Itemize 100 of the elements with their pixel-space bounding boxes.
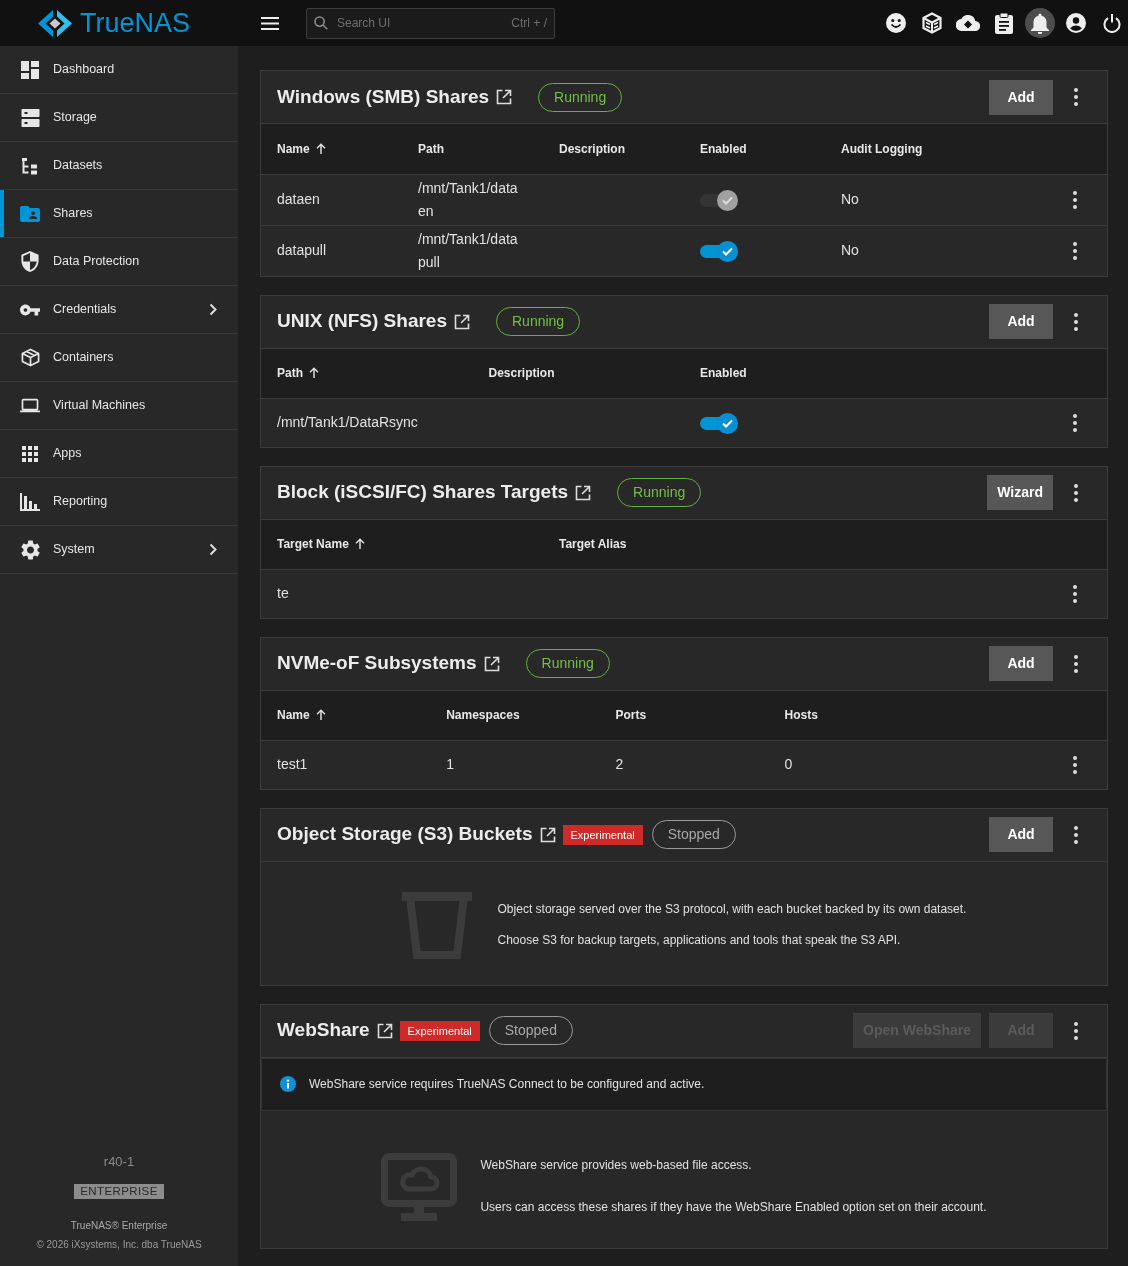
notice-text: WebShare service requires TrueNAS Connect to be configured and active.	[309, 1076, 705, 1093]
table-cell: No	[825, 174, 966, 225]
cloud-icon	[956, 15, 980, 31]
check-icon	[722, 195, 733, 205]
info-icon	[280, 1076, 296, 1092]
gear-icon	[20, 539, 40, 560]
sidebar-item[interactable]: System	[0, 526, 238, 574]
sidebar-item[interactable]: Data Protection	[0, 238, 238, 286]
dashboard-icon	[21, 60, 39, 79]
sidebar-item[interactable]: Shares	[0, 190, 238, 238]
toggle-switch[interactable]	[700, 413, 738, 435]
check-icon	[722, 246, 733, 256]
sort-arrow-up-icon	[315, 709, 326, 721]
kebab-menu-icon	[1074, 88, 1078, 106]
tag-badge: Experimental	[399, 1020, 480, 1041]
description-text: Object storage served over the S3 protocol, with each bucket backed by its own dataset.	[497, 901, 967, 918]
column-header[interactable]: Audit Logging	[825, 124, 966, 174]
check-icon	[722, 419, 733, 429]
column-header[interactable]: Hosts	[768, 690, 938, 741]
table-cell: /mnt/Tank1/dataen	[402, 174, 543, 225]
external-link-icon[interactable]	[454, 313, 470, 330]
apps-grid-icon	[22, 445, 38, 462]
action-button[interactable]: Add	[989, 79, 1053, 115]
sort-arrow-up-icon	[309, 367, 319, 379]
kebab-menu-icon	[1074, 483, 1078, 502]
external-link-icon[interactable]	[539, 826, 556, 843]
column-header[interactable]: Ports	[599, 690, 769, 741]
tag-badge: Experimental	[562, 824, 643, 845]
stacked-cube-icon	[922, 12, 942, 34]
sidebar-item[interactable]: Dashboard	[0, 46, 238, 94]
key-icon	[20, 303, 40, 316]
external-link-icon[interactable]	[496, 89, 512, 105]
sidebar-item[interactable]: Credentials	[0, 286, 238, 334]
sidebar-item[interactable]: Apps	[0, 430, 238, 478]
sort-arrow-up-icon	[354, 538, 365, 550]
cube-icon	[20, 348, 40, 367]
logo-text: TrueNAS	[80, 9, 191, 37]
edition-badge: ENTERPRISE	[74, 1184, 164, 1199]
shared-folder-icon	[20, 205, 40, 222]
bar-chart-icon	[20, 492, 40, 511]
sort-arrow-up-icon	[315, 142, 326, 154]
card-title: Block (iSCSI/FC) Shares Targets	[277, 481, 569, 504]
table-cell: 0	[768, 740, 938, 789]
card-title: Windows (SMB) Shares	[277, 85, 489, 109]
table-cell: No	[825, 225, 966, 276]
action-button[interactable]: Wizard	[987, 475, 1053, 510]
toggle-switch[interactable]	[700, 240, 738, 262]
account-icon	[1066, 13, 1086, 33]
hostname-text: r40-1	[103, 1153, 135, 1169]
menu-icon	[261, 16, 279, 30]
card-title: WebShare	[277, 1019, 370, 1042]
action-button[interactable]: Add	[989, 817, 1053, 852]
action-button[interactable]: Add	[989, 304, 1053, 339]
column-header[interactable]: Path	[261, 348, 473, 399]
column-header[interactable]: Path	[402, 124, 543, 174]
kebab-menu-icon	[1073, 241, 1077, 260]
column-header[interactable]: Enabled	[684, 124, 825, 174]
external-link-icon[interactable]	[483, 655, 500, 672]
power-icon	[1103, 13, 1121, 33]
sidebar-item[interactable]: Reporting	[0, 478, 238, 526]
column-header[interactable]: Description	[472, 348, 684, 399]
sidebar-item[interactable]: Storage	[0, 94, 238, 142]
kebab-menu-icon	[1073, 413, 1077, 432]
smiley-icon	[886, 13, 906, 33]
toggle-switch[interactable]	[700, 189, 738, 211]
shield-icon	[21, 251, 39, 272]
card-title: NVMe-oF Subsystems	[277, 652, 477, 675]
logo-icon	[38, 9, 72, 37]
laptop-icon	[20, 398, 40, 413]
truenas-link[interactable]: TrueNAS	[160, 1239, 202, 1250]
kebab-menu-icon	[1074, 825, 1078, 844]
copyright-text: © 2026 iXsystems, Inc. dba TrueNAS	[36, 1239, 202, 1250]
toolbar-button[interactable]	[1025, 8, 1055, 38]
bell-icon	[1031, 12, 1049, 34]
card-title: Object Storage (S3) Buckets	[277, 823, 533, 846]
column-header[interactable]: Enabled	[684, 348, 896, 399]
column-header[interactable]: Target Name	[261, 519, 543, 570]
description-text: WebShare service provides web-based file access.	[480, 1157, 753, 1174]
column-header[interactable]: Target Alias	[543, 519, 825, 570]
column-header[interactable]: Name	[261, 690, 431, 741]
clipboard-icon	[995, 12, 1013, 34]
sidebar-item[interactable]: Datasets	[0, 142, 238, 190]
card-title: UNIX (NFS) Shares	[277, 310, 447, 333]
column-header[interactable]: Description	[543, 124, 684, 174]
tree-icon	[21, 156, 39, 175]
table-cell: test1	[261, 740, 431, 789]
column-header[interactable]: Namespaces	[430, 690, 600, 741]
table-cell: 2	[599, 740, 769, 789]
kebab-menu-icon	[1074, 312, 1078, 331]
table-cell: /mnt/Tank1/datapull	[402, 225, 543, 276]
search-icon	[314, 15, 328, 30]
column-header[interactable]: Name	[261, 124, 402, 174]
table-cell: 1	[430, 740, 600, 789]
external-link-icon[interactable]	[376, 1022, 393, 1039]
kebab-menu-icon	[1073, 190, 1077, 209]
external-link-icon[interactable]	[575, 484, 592, 501]
action-button[interactable]: Add	[989, 646, 1053, 681]
sidebar-item[interactable]: Containers	[0, 334, 238, 382]
kebab-menu-icon	[1074, 1021, 1078, 1040]
sidebar-item[interactable]: Virtual Machines	[0, 382, 238, 430]
